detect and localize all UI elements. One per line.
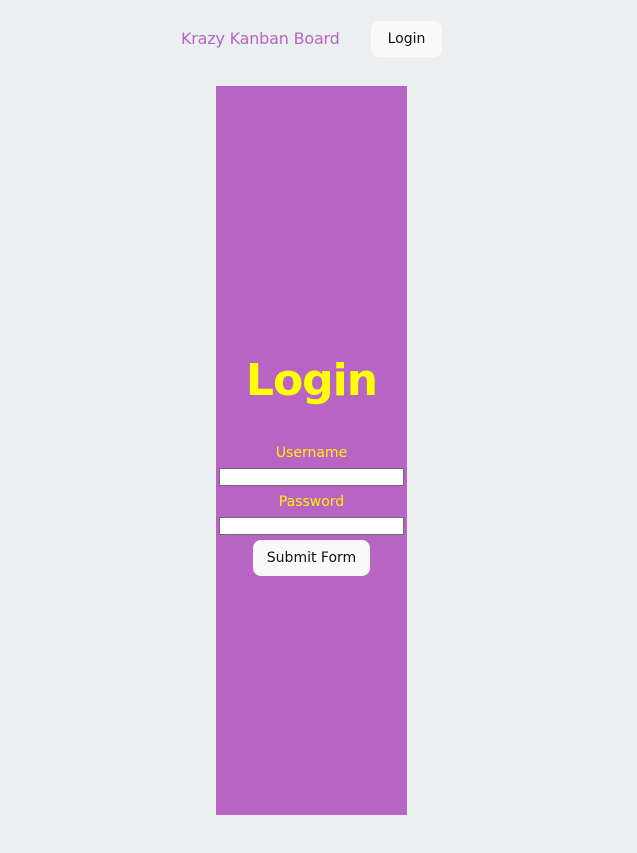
username-input[interactable] — [219, 468, 404, 486]
app-brand[interactable]: Krazy Kanban Board — [181, 29, 340, 49]
login-panel: Login Username Password Submit Form — [216, 86, 407, 815]
password-label: Password — [278, 494, 345, 510]
form-title: Login — [245, 355, 378, 406]
password-input[interactable] — [219, 517, 404, 535]
nav-login-button[interactable]: Login — [371, 21, 442, 57]
submit-form-button[interactable]: Submit Form — [253, 540, 370, 576]
username-label: Username — [275, 445, 348, 461]
